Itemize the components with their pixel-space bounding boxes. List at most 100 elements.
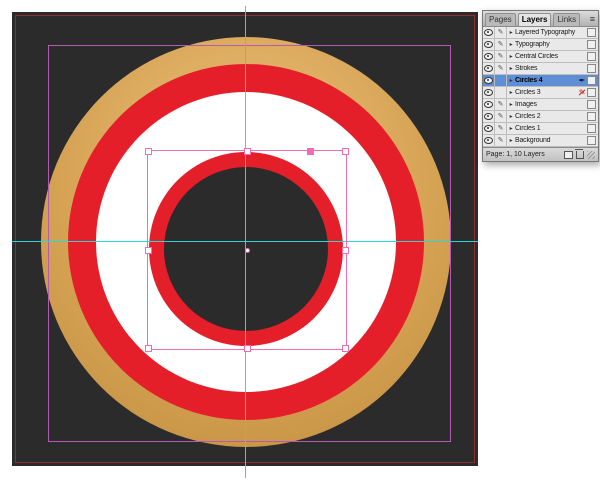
eye-icon <box>484 101 493 108</box>
layer-color-box <box>587 76 596 85</box>
layer-name: Layered Typography <box>515 29 576 36</box>
layers-panel: Pages Layers Links ≡ ✎ ▸ Layered Typogra… <box>482 10 599 162</box>
layer-color-box <box>587 64 596 73</box>
eye-icon <box>484 65 493 72</box>
layer-color-box <box>587 40 596 49</box>
expand-triangle-icon[interactable]: ▸ <box>507 29 515 36</box>
expand-triangle-icon[interactable]: ▸ <box>507 77 515 84</box>
selection-handle[interactable] <box>244 345 251 352</box>
eye-icon <box>484 137 493 144</box>
lock-toggle[interactable]: ✎ <box>495 63 507 74</box>
selection-handle[interactable] <box>342 247 349 254</box>
layer-color-box <box>587 52 596 61</box>
expand-triangle-icon[interactable]: ▸ <box>507 101 515 108</box>
status-text: Page: 1, 10 Layers <box>486 151 545 158</box>
lock-toggle[interactable]: ✎ <box>495 99 507 110</box>
layer-row-circles-3[interactable]: ▸ Circles 3 ✎ <box>483 87 598 99</box>
lock-toggle[interactable]: ✎ <box>495 123 507 134</box>
layer-row-layered-typography[interactable]: ✎ ▸ Layered Typography <box>483 27 598 39</box>
lock-pencil-icon: ✎ <box>497 113 504 120</box>
visibility-toggle[interactable] <box>483 51 495 62</box>
layer-name: Images <box>515 101 537 108</box>
layer-name: Strokes <box>515 65 538 72</box>
lock-toggle[interactable] <box>495 75 507 86</box>
visibility-toggle[interactable] <box>483 99 495 110</box>
selection-bounding-box[interactable] <box>145 148 349 352</box>
selection-handle[interactable] <box>244 148 251 155</box>
selection-handle-filled[interactable] <box>307 148 315 155</box>
selection-handle[interactable] <box>342 148 349 155</box>
eye-icon <box>484 41 493 48</box>
eye-icon <box>484 77 493 84</box>
layer-name: Background <box>515 137 551 144</box>
new-layer-button-icon[interactable] <box>564 150 573 159</box>
eye-icon <box>484 89 493 96</box>
lock-pencil-icon: ✎ <box>497 101 504 108</box>
panel-resize-grip[interactable] <box>587 150 595 159</box>
lock-toggle[interactable]: ✎ <box>495 51 507 62</box>
layer-row-circles-2[interactable]: ✎ ▸ Circles 2 <box>483 111 598 123</box>
panel-menu-icon[interactable]: ≡ <box>590 14 598 26</box>
layer-list: ✎ ▸ Layered Typography ✎ ▸ Typography ✎ … <box>483 27 598 147</box>
visibility-toggle[interactable] <box>483 87 495 98</box>
eye-icon <box>484 29 493 36</box>
selection-handle[interactable] <box>145 345 152 352</box>
visibility-toggle[interactable] <box>483 39 495 50</box>
lock-pencil-icon: ✎ <box>497 65 504 72</box>
tab-links[interactable]: Links <box>553 13 581 26</box>
selection-handle[interactable] <box>342 345 349 352</box>
layer-row-typography[interactable]: ✎ ▸ Typography <box>483 39 598 51</box>
lock-toggle[interactable]: ✎ <box>495 27 507 38</box>
layer-color-box <box>587 88 596 97</box>
layer-name: Circles 3 <box>515 89 541 96</box>
layer-row-central-circles[interactable]: ✎ ▸ Central Circles <box>483 51 598 63</box>
delete-layer-button-icon[interactable] <box>575 148 584 159</box>
expand-triangle-icon[interactable]: ▸ <box>507 137 515 144</box>
selection-handle[interactable] <box>145 148 152 155</box>
visibility-toggle[interactable] <box>483 27 495 38</box>
expand-triangle-icon[interactable]: ▸ <box>507 125 515 132</box>
layer-name: Circles 4 <box>515 77 543 84</box>
panel-tab-bar: Pages Layers Links ≡ <box>483 11 598 27</box>
lock-pencil-icon: ✎ <box>497 125 504 132</box>
expand-triangle-icon[interactable]: ▸ <box>507 41 515 48</box>
expand-triangle-icon[interactable]: ▸ <box>507 53 515 60</box>
lock-toggle[interactable]: ✎ <box>495 135 507 146</box>
visibility-toggle[interactable] <box>483 123 495 134</box>
panel-status-bar: Page: 1, 10 Layers <box>483 147 598 161</box>
expand-triangle-icon[interactable]: ▸ <box>507 89 515 96</box>
eye-icon <box>484 125 493 132</box>
lock-toggle[interactable]: ✎ <box>495 39 507 50</box>
layer-row-strokes[interactable]: ✎ ▸ Strokes <box>483 63 598 75</box>
layer-row-images[interactable]: ✎ ▸ Images <box>483 99 598 111</box>
layer-color-box <box>587 28 596 37</box>
selection-handle[interactable] <box>145 247 152 254</box>
layer-row-circles-1[interactable]: ✎ ▸ Circles 1 <box>483 123 598 135</box>
eye-icon <box>484 53 493 60</box>
eye-icon <box>484 113 493 120</box>
selection-center-point[interactable] <box>245 248 250 253</box>
layer-row-circles-4[interactable]: ▸ Circles 4 ✒ <box>483 75 598 87</box>
lock-pencil-icon: ✎ <box>497 41 504 48</box>
no-edit-pencil-icon: ✎ <box>578 88 586 97</box>
layer-name: Circles 2 <box>515 113 541 120</box>
lock-pencil-icon: ✎ <box>497 29 504 36</box>
layer-color-box <box>587 136 596 145</box>
layer-row-background[interactable]: ✎ ▸ Background <box>483 135 598 147</box>
tab-layers[interactable]: Layers <box>517 13 552 26</box>
active-layer-pen-icon: ✒ <box>578 76 586 85</box>
lock-toggle[interactable]: ✎ <box>495 111 507 122</box>
visibility-toggle[interactable] <box>483 75 495 86</box>
expand-triangle-icon[interactable]: ▸ <box>507 113 515 120</box>
visibility-toggle[interactable] <box>483 111 495 122</box>
tab-pages[interactable]: Pages <box>485 13 516 26</box>
expand-triangle-icon[interactable]: ▸ <box>507 65 515 72</box>
lock-toggle[interactable] <box>495 87 507 98</box>
layer-color-box <box>587 124 596 133</box>
layer-color-box <box>587 100 596 109</box>
layer-name: Central Circles <box>515 53 558 60</box>
application-window: Pages Layers Links ≡ ✎ ▸ Layered Typogra… <box>0 0 600 484</box>
visibility-toggle[interactable] <box>483 63 495 74</box>
layer-name: Typography <box>515 41 550 48</box>
visibility-toggle[interactable] <box>483 135 495 146</box>
